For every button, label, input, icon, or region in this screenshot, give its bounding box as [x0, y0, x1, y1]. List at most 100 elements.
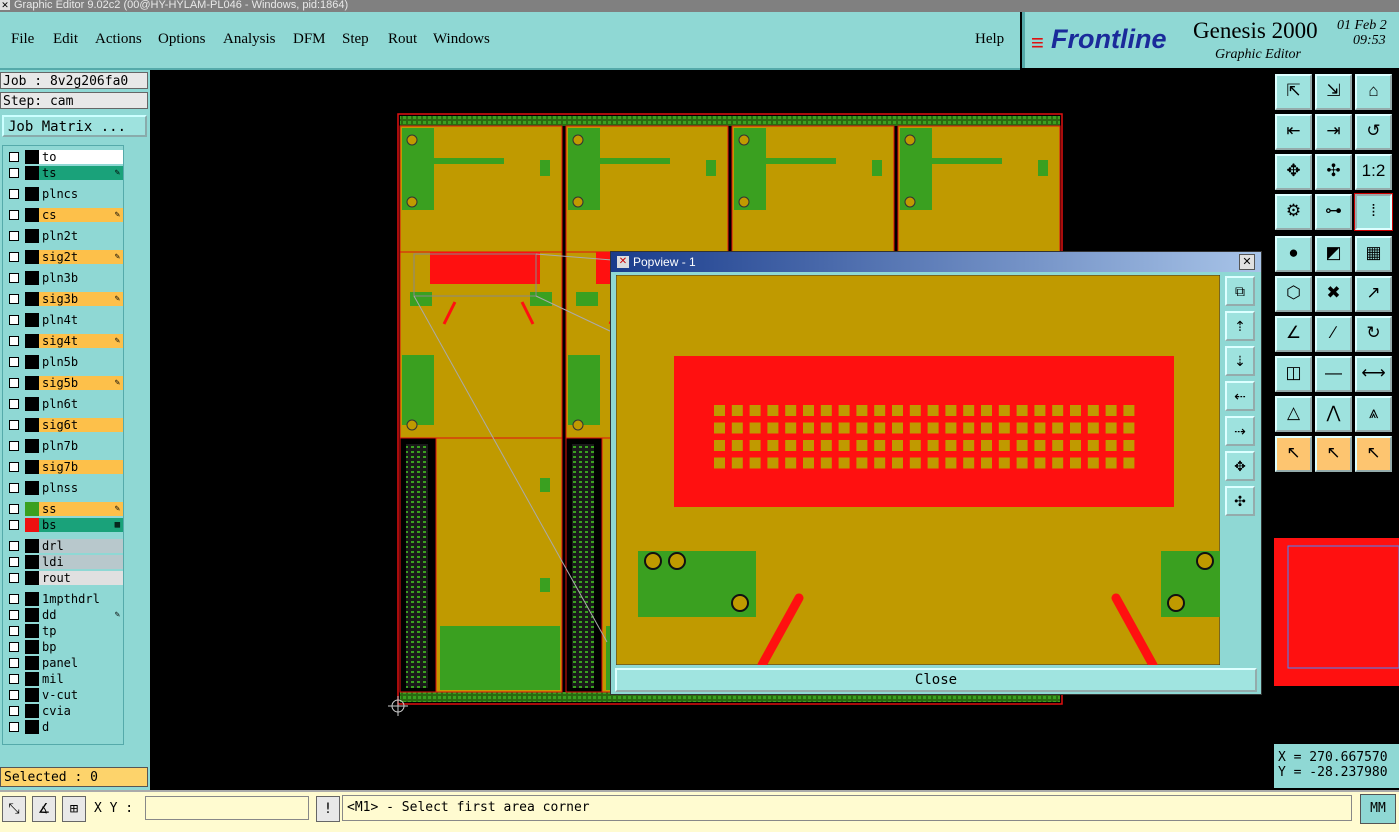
layer-checkbox[interactable]	[9, 168, 19, 178]
layer-name[interactable]: bp	[39, 640, 123, 654]
layer-name[interactable]: sig7b	[39, 460, 123, 474]
layer-row-bs[interactable]: bs ▦	[5, 518, 123, 532]
layer-color-swatch[interactable]	[25, 555, 39, 569]
layer-color-swatch[interactable]	[25, 150, 39, 164]
layer-color-swatch[interactable]	[25, 313, 39, 327]
layer-row-sig6t[interactable]: sig6t	[5, 418, 123, 432]
layer-name[interactable]: plnss	[39, 481, 123, 495]
layer-color-swatch[interactable]	[25, 271, 39, 285]
measure-icon[interactable]: ∡	[32, 796, 56, 822]
layer-row-pln4t[interactable]: pln4t	[5, 313, 123, 327]
popview-pan-up-icon[interactable]: ⇡	[1225, 311, 1255, 341]
menu-windows[interactable]: Windows	[433, 31, 490, 48]
layer-row-to[interactable]: to	[5, 150, 123, 164]
connect-icon[interactable]: ⊶	[1315, 194, 1352, 230]
layer-checkbox[interactable]	[9, 626, 19, 636]
layer-name[interactable]: rout	[39, 571, 123, 585]
line-icon[interactable]: ◩	[1315, 236, 1352, 272]
select-box-icon[interactable]: ↖	[1315, 436, 1352, 472]
units-button[interactable]: MM	[1360, 794, 1396, 824]
layer-checkbox[interactable]	[9, 399, 19, 409]
layer-name[interactable]: sig3b ✎	[39, 292, 123, 306]
layer-checkbox[interactable]	[9, 541, 19, 551]
layer-row-cvia[interactable]: cvia	[5, 704, 123, 718]
popview-canvas[interactable]	[616, 275, 1220, 665]
zoom-in-icon[interactable]: ✥	[1275, 154, 1312, 190]
layer-row-plncs[interactable]: plncs	[5, 187, 123, 201]
layer-checkbox[interactable]	[9, 557, 19, 567]
layer-checkbox[interactable]	[9, 504, 19, 514]
menu-rout[interactable]: Rout	[388, 31, 417, 48]
grid-icon[interactable]: ⊞	[62, 796, 86, 822]
layer-row-rout[interactable]: rout	[5, 571, 123, 585]
overview-map[interactable]	[1274, 478, 1399, 742]
slash-icon[interactable]: ∕	[1315, 316, 1352, 352]
triangle-icon[interactable]: △	[1275, 396, 1312, 432]
layer-checkbox[interactable]	[9, 594, 19, 604]
layer-row-pln6t[interactable]: pln6t	[5, 397, 123, 411]
layer-name[interactable]: d	[39, 720, 123, 734]
layer-name[interactable]: tp	[39, 624, 123, 638]
layer-name[interactable]: v-cut	[39, 688, 123, 702]
layer-row-plnss[interactable]: plnss	[5, 481, 123, 495]
layer-name[interactable]: mil	[39, 672, 123, 686]
layer-color-swatch[interactable]	[25, 439, 39, 453]
arc-icon[interactable]: ↻	[1355, 316, 1392, 352]
layer-row-pln5b[interactable]: pln5b	[5, 355, 123, 369]
layer-color-swatch[interactable]	[25, 481, 39, 495]
layer-color-swatch[interactable]	[25, 518, 39, 532]
layer-row-tp[interactable]: tp	[5, 624, 123, 638]
layer-checkbox[interactable]	[9, 252, 19, 262]
layer-row-d[interactable]: d	[5, 720, 123, 734]
layers-icon[interactable]: ⁞	[1354, 193, 1393, 231]
layer-name[interactable]: sig4t ✎	[39, 334, 123, 348]
menu-dfm[interactable]: DFM	[293, 31, 326, 48]
layer-name[interactable]: plncs	[39, 187, 123, 201]
layer-checkbox[interactable]	[9, 462, 19, 472]
layer-color-swatch[interactable]	[25, 688, 39, 702]
layer-checkbox[interactable]	[9, 441, 19, 451]
layer-checkbox[interactable]	[9, 520, 19, 530]
xy-input[interactable]	[145, 796, 309, 820]
layer-checkbox[interactable]	[9, 336, 19, 346]
alert-icon[interactable]: !	[316, 796, 340, 822]
layer-name[interactable]: pln3b	[39, 271, 123, 285]
layer-name[interactable]: sig2t ✎	[39, 250, 123, 264]
layer-color-swatch[interactable]	[25, 187, 39, 201]
layer-row-drl[interactable]: drl	[5, 539, 123, 553]
home-icon[interactable]: ⌂	[1355, 74, 1392, 110]
layer-checkbox[interactable]	[9, 706, 19, 716]
copy-icon[interactable]: ◫	[1275, 356, 1312, 392]
layer-row-panel[interactable]: panel	[5, 656, 123, 670]
layer-color-swatch[interactable]	[25, 539, 39, 553]
layer-name[interactable]: panel	[39, 656, 123, 670]
popview-zoom-in-icon[interactable]: ✥	[1225, 451, 1255, 481]
popview-titlebar[interactable]: ✕ Popview - 1 ✕	[611, 252, 1261, 272]
menu-help[interactable]: Help	[975, 31, 1004, 48]
zoom-window-icon[interactable]: ⇲	[1315, 74, 1352, 110]
layer-name[interactable]: cs ✎	[39, 208, 123, 222]
layer-checkbox[interactable]	[9, 273, 19, 283]
layer-row-pln2t[interactable]: pln2t	[5, 229, 123, 243]
layer-checkbox[interactable]	[9, 152, 19, 162]
layer-color-swatch[interactable]	[25, 292, 39, 306]
layer-row-bp[interactable]: bp	[5, 640, 123, 654]
undo-zoom-icon[interactable]: ↺	[1355, 114, 1392, 150]
layer-name[interactable]: bs ▦	[39, 518, 123, 532]
layer-color-swatch[interactable]	[25, 376, 39, 390]
layer-color-swatch[interactable]	[25, 624, 39, 638]
layer-name[interactable]: pln7b	[39, 439, 123, 453]
settings-icon[interactable]: ⚙	[1275, 194, 1312, 230]
select-icon[interactable]: ↖	[1275, 436, 1312, 472]
measure-triangle-icon[interactable]: ⩓	[1355, 396, 1392, 432]
angle-icon[interactable]: ∠	[1275, 316, 1312, 352]
layer-checkbox[interactable]	[9, 210, 19, 220]
popview-close-button[interactable]: Close	[615, 668, 1257, 692]
layer-row-sig5b[interactable]: sig5b ✎	[5, 376, 123, 390]
layer-color-swatch[interactable]	[25, 592, 39, 606]
popview-pan-right-icon[interactable]: ⇢	[1225, 416, 1255, 446]
layer-color-swatch[interactable]	[25, 250, 39, 264]
pad-icon[interactable]: ●	[1275, 236, 1312, 272]
layer-checkbox[interactable]	[9, 483, 19, 493]
layer-checkbox[interactable]	[9, 189, 19, 199]
